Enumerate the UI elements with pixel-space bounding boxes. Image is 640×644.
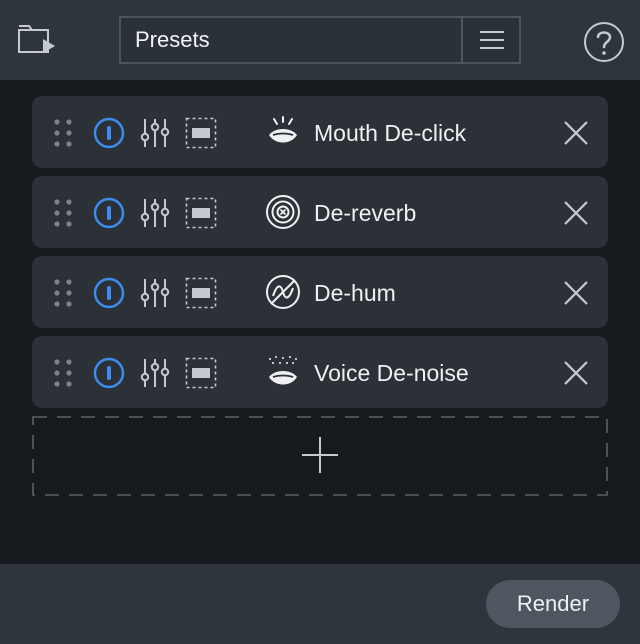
sliders-icon[interactable] [139,277,171,309]
drag-handle-icon[interactable] [52,197,74,229]
close-icon[interactable] [563,280,589,306]
module-name: Voice De-noise [314,360,469,386]
mouth-click-icon [269,116,297,143]
drag-handle-icon[interactable] [52,357,74,389]
power-toggle-icon[interactable] [93,277,125,309]
power-toggle-icon[interactable] [93,357,125,389]
voice-denoise-icon [269,356,297,385]
region-select-icon[interactable] [185,277,217,309]
add-zone-border [32,416,608,496]
hamburger-menu-icon [480,31,504,49]
header-bar: Presets [0,0,640,80]
module-chain: Mouth De-click De-reverb De-hum Voice De… [0,80,640,564]
drag-handle-icon[interactable] [52,117,74,149]
sliders-icon[interactable] [139,197,171,229]
render-button[interactable]: Render [486,580,620,628]
footer-bar: Render [0,564,640,644]
open-file-button[interactable] [16,22,58,56]
sliders-icon[interactable] [139,357,171,389]
add-module-zone[interactable] [32,416,608,496]
power-toggle-icon[interactable] [93,117,125,149]
question-icon [584,22,624,62]
preset-menu-button[interactable] [461,18,519,62]
sliders-icon[interactable] [139,117,171,149]
module-row-de-hum: De-hum [32,256,608,328]
region-select-icon[interactable] [185,197,217,229]
module-name: Mouth De-click [314,120,467,146]
de-reverb-icon [266,195,300,229]
preset-selector[interactable]: Presets [119,16,521,64]
close-icon[interactable] [563,120,589,146]
module-row-mouth-declick: Mouth De-click [32,96,608,168]
preset-label: Presets [135,27,210,52]
region-select-icon[interactable] [185,117,217,149]
close-icon[interactable] [563,360,589,386]
module-row-de-reverb: De-reverb [32,176,608,248]
drag-handle-icon[interactable] [52,277,74,309]
help-button[interactable] [583,21,625,63]
module-name: De-hum [314,280,396,306]
de-hum-icon [266,275,300,309]
module-row-voice-denoise: Voice De-noise [32,336,608,408]
close-icon[interactable] [563,200,589,226]
power-toggle-icon[interactable] [93,197,125,229]
folder-play-icon [18,25,55,53]
region-select-icon[interactable] [185,357,217,389]
module-name: De-reverb [314,200,417,226]
plus-icon [302,437,338,473]
